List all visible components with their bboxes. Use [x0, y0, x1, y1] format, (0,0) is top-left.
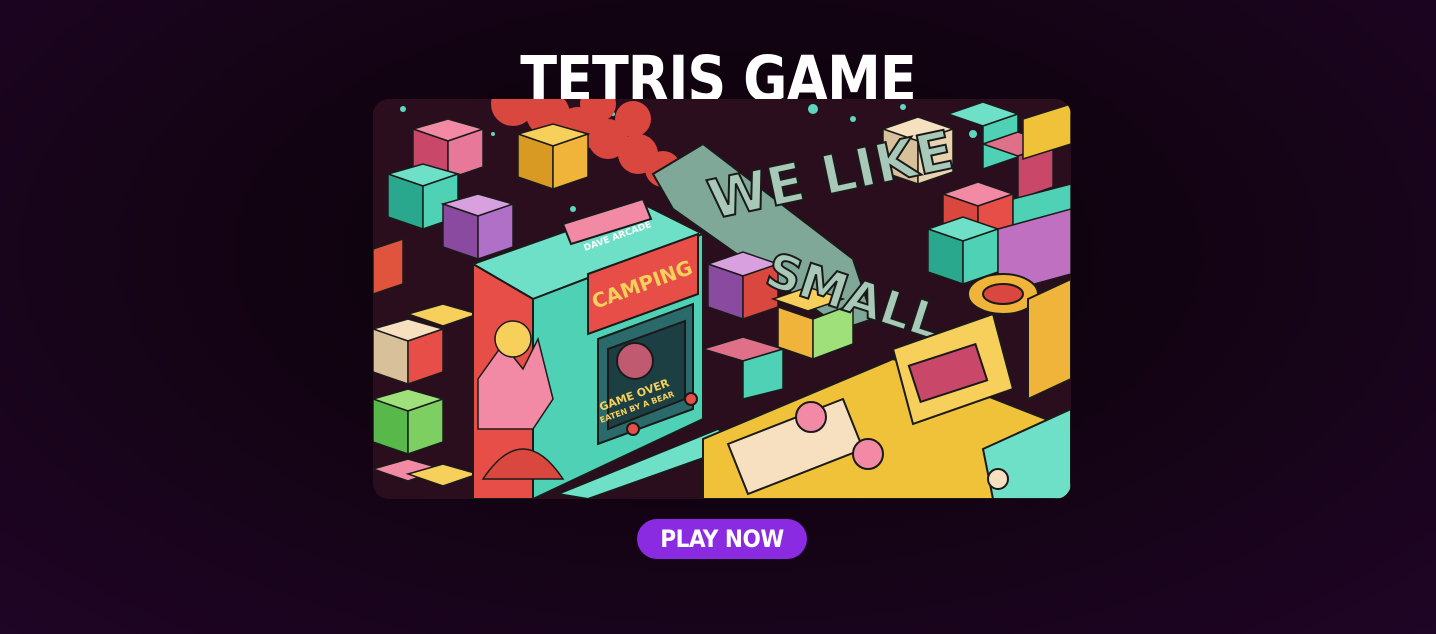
hero-illustration: WE LIKE SMALL CAMPING DAVE ARCADE GAME O…: [373, 99, 1071, 499]
play-now-button[interactable]: PLAY NOW: [637, 519, 807, 559]
tetris-art: WE LIKE SMALL CAMPING DAVE ARCADE GAME O…: [373, 99, 1071, 499]
